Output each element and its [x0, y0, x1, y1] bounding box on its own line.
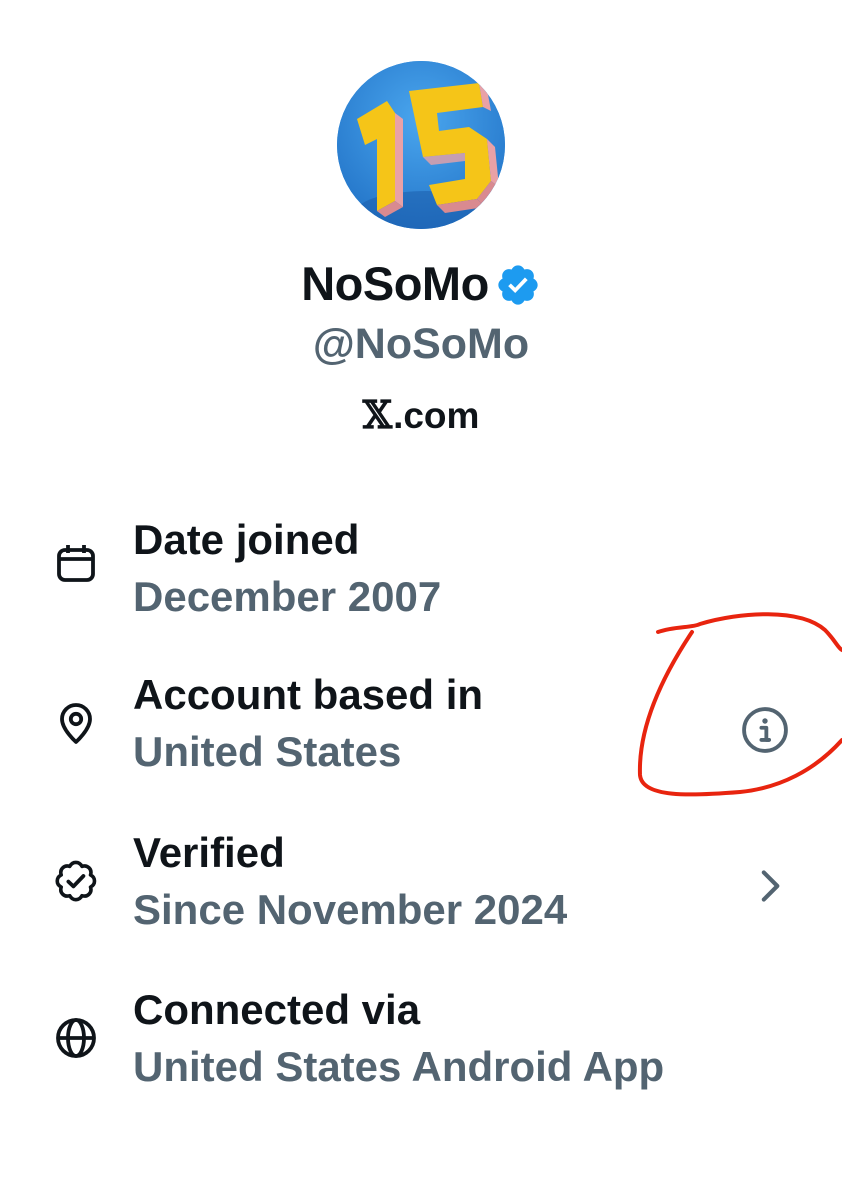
- detail-row-date-joined: Date joined December 2007: [0, 512, 842, 642]
- chevron-right-icon[interactable]: [744, 861, 794, 911]
- detail-value: United States Android App: [133, 1043, 665, 1090]
- x-logo-icon: 𝕏: [362, 392, 393, 437]
- detail-row-account-based-in: Account based in United States: [0, 667, 842, 797]
- number-15-avatar-icon: [337, 61, 505, 229]
- display-name: NoSoMo: [301, 257, 489, 310]
- detail-title: Verified: [133, 829, 285, 876]
- detail-row-verified[interactable]: Verified Since November 2024: [0, 825, 842, 955]
- detail-value: United States: [133, 728, 402, 775]
- calendar-icon: [57, 545, 95, 582]
- profile-handle: @NoSoMo: [312, 320, 530, 368]
- avatar[interactable]: [337, 61, 505, 229]
- location-pin-icon: [60, 703, 92, 744]
- detail-row-connected-via: Connected via United States Android App: [0, 982, 842, 1112]
- source-link[interactable]: 𝕏.com: [0, 388, 842, 443]
- detail-title: Date joined: [133, 516, 360, 563]
- detail-title: Connected via: [133, 986, 421, 1033]
- detail-value: December 2007: [133, 573, 442, 620]
- profile-name-row: NoSoMo: [0, 254, 842, 314]
- verified-badge-icon[interactable]: [495, 262, 541, 308]
- detail-value: Since November 2024: [133, 886, 568, 933]
- globe-icon: [56, 1018, 96, 1058]
- info-icon[interactable]: [738, 703, 792, 757]
- source-label: .com: [393, 395, 480, 436]
- verified-outline-icon: [55, 860, 97, 902]
- detail-title: Account based in: [133, 671, 484, 718]
